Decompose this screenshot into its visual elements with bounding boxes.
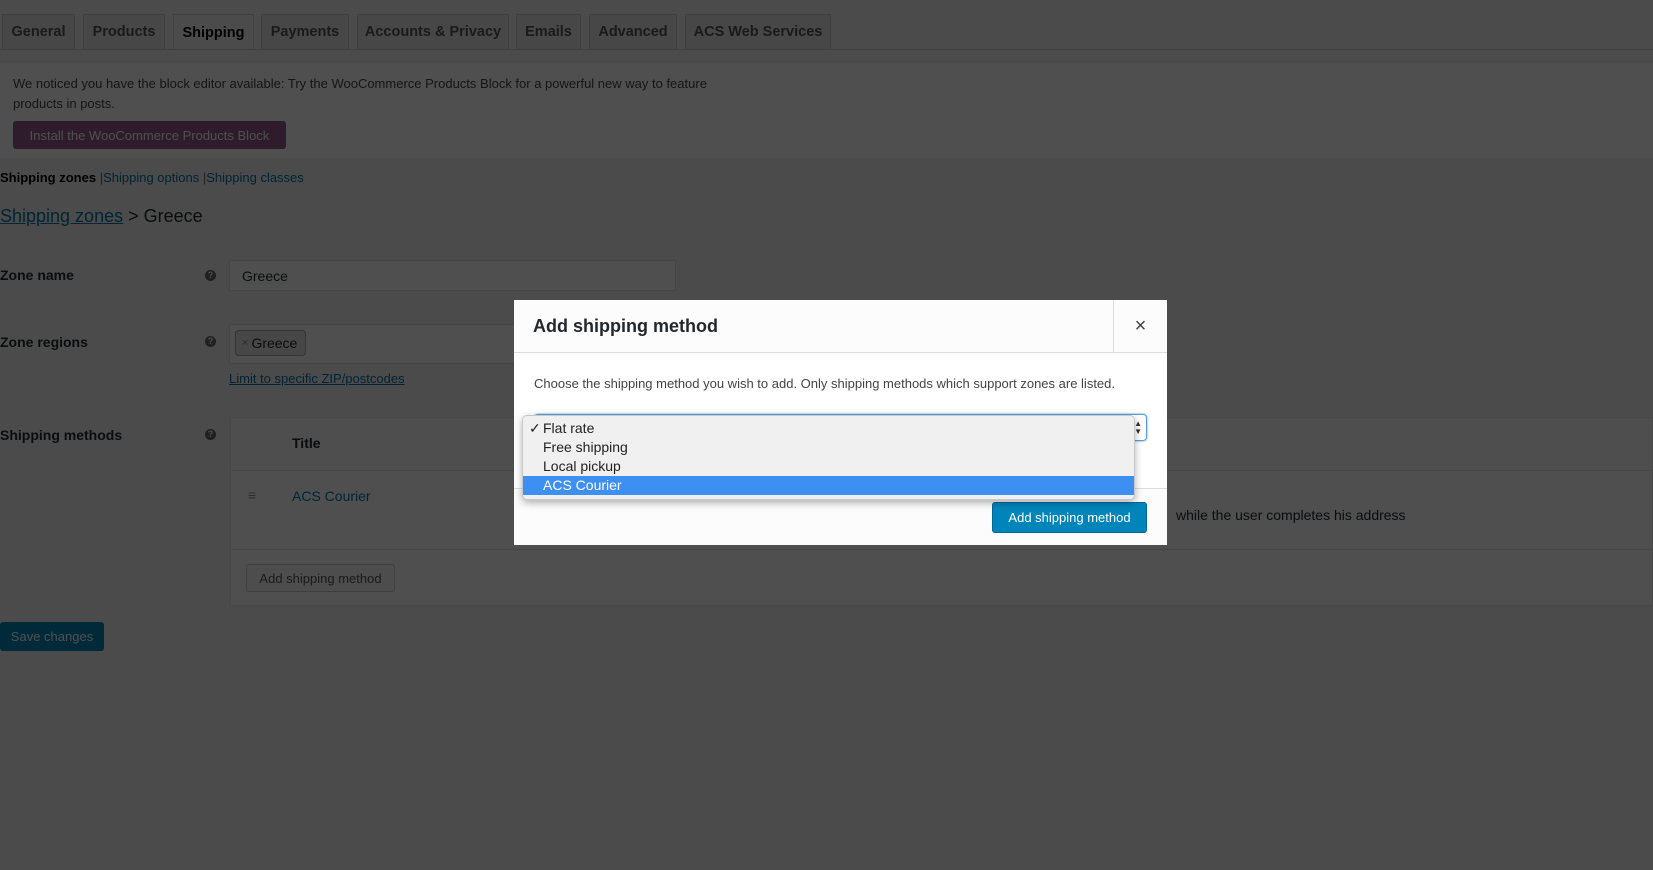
add-shipping-method-button[interactable]: Add shipping method [246,564,395,592]
subnav-shipping-options[interactable]: Shipping options [103,170,199,185]
select-arrows-icon: ▲ ▼ [1134,419,1142,436]
help-icon[interactable]: ? [205,270,216,281]
option-label: Flat rate [543,420,595,436]
option-flat-rate[interactable]: ✓ Flat rate [523,419,1134,438]
shipping-methods-label: Shipping methods [0,427,123,443]
column-title: Title [292,435,321,451]
install-products-block-button[interactable]: Install the WooCommerce Products Block [13,121,286,149]
subnav-shipping-classes[interactable]: Shipping classes [206,170,304,185]
help-icon[interactable]: ? [205,336,216,347]
tab-acs-web-services[interactable]: ACS Web Services [685,14,831,49]
checkmark-icon: ✓ [529,420,541,436]
chip-label: Greece [251,335,298,351]
option-acs-courier[interactable]: ACS Courier [523,476,1134,495]
save-changes-button[interactable]: Save changes [0,622,104,651]
tab-products[interactable]: Products [83,14,165,49]
tab-emails[interactable]: Emails [516,14,581,49]
notice-text: We noticed you have the block editor ava… [13,76,707,111]
zone-name-label: Zone name [0,267,74,283]
option-free-shipping[interactable]: Free shipping [523,438,1134,457]
modal-description: Choose the shipping method you wish to a… [534,376,1116,391]
shipping-subnav: Shipping zones |Shipping options |Shippi… [0,170,304,185]
tab-shipping[interactable]: Shipping [173,14,254,50]
option-label: ACS Courier [543,477,622,493]
zone-regions-label: Zone regions [0,334,88,350]
subnav-shipping-zones[interactable]: Shipping zones [0,170,96,185]
region-chip: × Greece [235,330,306,356]
breadcrumb-separator: > [128,206,139,226]
zone-name-input[interactable]: Greece [229,260,676,291]
close-icon[interactable]: × [1113,300,1167,353]
shipping-method-dropdown: ✓ Flat rate Free shipping Local pickup AC… [522,415,1135,500]
tab-accounts-privacy[interactable]: Accounts & Privacy [357,14,509,49]
option-label: Free shipping [543,439,628,455]
option-label: Local pickup [543,458,621,474]
modal-add-shipping-method-button[interactable]: Add shipping method [992,502,1147,533]
modal-title: Add shipping method [533,316,718,336]
chip-remove-icon[interactable]: × [242,337,248,349]
tab-general[interactable]: General [2,14,75,49]
page-title: Shipping zones > Greece [0,206,203,227]
option-local-pickup[interactable]: Local pickup [523,457,1134,476]
drag-handle-icon[interactable]: ≡ [248,487,256,503]
tab-advanced[interactable]: Advanced [589,14,677,49]
limit-postcodes-link[interactable]: Limit to specific ZIP/postcodes [229,371,405,386]
breadcrumb-shipping-zones[interactable]: Shipping zones [0,206,123,226]
breadcrumb-current: Greece [143,206,203,226]
tab-payments[interactable]: Payments [261,14,349,49]
tab-divider [0,49,1653,50]
method-description: while the user completes his address [1176,507,1406,523]
help-icon[interactable]: ? [205,429,216,440]
method-title-link[interactable]: ACS Courier [292,488,371,504]
